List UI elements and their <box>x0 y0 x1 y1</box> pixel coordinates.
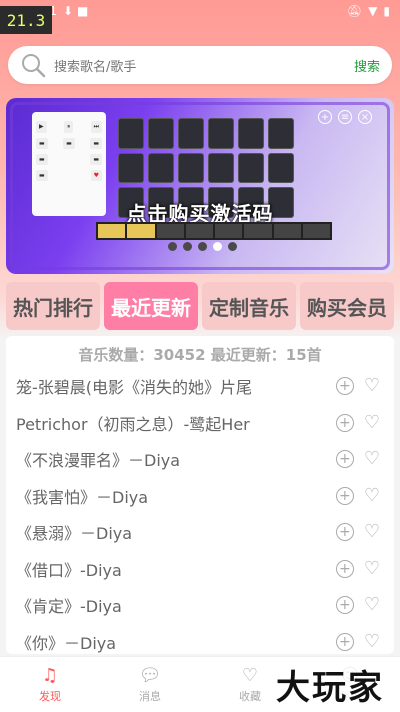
close-icon: × <box>358 110 372 124</box>
carousel-dots <box>168 242 237 251</box>
list-item[interactable]: 《不浪漫罪名》－Diya + ♡ <box>6 441 394 478</box>
plus-icon: + <box>318 110 332 124</box>
list-item[interactable]: 《悬溺》－Diya + ♡ <box>6 514 394 551</box>
search-icon <box>22 54 46 78</box>
promo-banner[interactable]: ▶ ⏸ ⏭ ▬ ▬ ▬ ▬ ▬ ▬ ♥ + ≡ × 点击购买激活码 <box>6 98 394 274</box>
tab-hot-ranking[interactable]: 热门排行 <box>6 282 100 330</box>
list-item[interactable]: 《借口》-Diya + ♡ <box>6 551 394 588</box>
list-item[interactable]: Petrichor（初雨之息）-鹭起Her + ♡ <box>6 405 394 442</box>
carousel-dot-active[interactable] <box>213 242 222 251</box>
heart-icon[interactable]: ♡ <box>364 377 380 395</box>
song-title[interactable]: 《我害怕》－Diya <box>16 484 270 508</box>
fps-overlay: 21.3 <box>0 6 52 34</box>
mute-icon: 🔕︎ <box>346 4 363 18</box>
category-tabs: 热门排行 最近更新 定制音乐 购买会员 <box>6 282 394 330</box>
add-icon[interactable]: + <box>335 450 354 469</box>
carousel-dot[interactable] <box>198 242 207 251</box>
menu-icon: ≡ <box>338 110 352 124</box>
song-title[interactable]: Petrichor（初雨之息）-鹭起Her <box>16 411 270 435</box>
heart-icon: ♡ <box>241 665 259 686</box>
list-summary: 音乐数量：30452 最近更新：15首 <box>78 346 322 364</box>
add-icon[interactable]: + <box>335 523 354 542</box>
heart-icon[interactable]: ♡ <box>364 450 380 468</box>
add-icon[interactable]: + <box>335 559 354 578</box>
tab-custom-music[interactable]: 定制音乐 <box>202 282 296 330</box>
song-title[interactable]: 笼-张碧晨(电影《消失的她》片尾 <box>16 374 270 398</box>
list-item[interactable]: 《我害怕》－Diya + ♡ <box>6 478 394 515</box>
search-input[interactable]: 搜索歌名/歌手 <box>54 56 136 75</box>
banner-controls: + ≡ × <box>318 110 372 124</box>
tab-recent-updates[interactable]: 最近更新 <box>104 282 198 330</box>
song-title[interactable]: 《悬溺》－Diya <box>16 520 270 544</box>
add-icon[interactable]: + <box>335 596 354 615</box>
banner-track-graphic <box>96 222 332 240</box>
heart-icon[interactable]: ♡ <box>364 486 380 505</box>
song-title[interactable]: 《不浪漫罪名》－Diya <box>16 447 270 471</box>
nav-discover[interactable]: ♫ 发现 <box>0 657 100 712</box>
nav-label: 收藏 <box>239 690 261 703</box>
watermark: 大玩家 <box>272 660 388 709</box>
music-note-icon: ♫ <box>41 665 59 686</box>
song-title[interactable]: 《你》－Diya <box>16 630 270 654</box>
nav-label: 发现 <box>39 690 61 703</box>
wifi-icon: ▼ <box>368 4 378 18</box>
carousel-dot[interactable] <box>168 242 177 251</box>
carousel-dot[interactable] <box>228 242 237 251</box>
heart-icon[interactable]: ♡ <box>364 596 380 614</box>
add-icon[interactable]: + <box>335 632 354 651</box>
song-title[interactable]: 《借口》-Diya <box>16 557 270 581</box>
download-icon: ⬇ <box>62 4 74 18</box>
add-icon[interactable]: + <box>335 413 354 432</box>
nav-label: 消息 <box>139 690 161 703</box>
heart-icon[interactable]: ♡ <box>364 523 380 541</box>
battery-icon: ▮ <box>383 4 390 18</box>
search-button[interactable]: 搜索 <box>354 56 380 75</box>
add-icon[interactable]: + <box>335 377 354 396</box>
list-item[interactable]: 《肯定》-Diya + ♡ <box>6 587 394 624</box>
add-icon[interactable]: + <box>335 486 354 505</box>
chat-bubble-icon: 💬︎ <box>138 665 162 686</box>
heart-icon[interactable]: ♡ <box>364 559 380 578</box>
search-bar[interactable]: 搜索歌名/歌手 搜索 <box>8 46 392 84</box>
song-title[interactable]: 《肯定》-Diya <box>16 593 270 617</box>
list-item[interactable]: 笼-张碧晨(电影《消失的她》片尾 + ♡ <box>6 368 394 405</box>
status-bar: 5:41 ⬇ ■ 🔕︎ ▼ ▮ <box>0 0 400 22</box>
heart-icon[interactable]: ♡ <box>364 632 380 651</box>
heart-icon[interactable]: ♡ <box>364 413 380 432</box>
list-item[interactable]: 《你》－Diya + ♡ <box>6 624 394 655</box>
nav-messages[interactable]: 💬︎ 消息 <box>100 657 200 712</box>
app-notification-icon: ■ <box>77 4 89 18</box>
tab-buy-membership[interactable]: 购买会员 <box>300 282 394 330</box>
carousel-dot[interactable] <box>183 242 192 251</box>
song-list: 音乐数量：30452 最近更新：15首 笼-张碧晨(电影《消失的她》片尾 + ♡ … <box>6 336 394 654</box>
